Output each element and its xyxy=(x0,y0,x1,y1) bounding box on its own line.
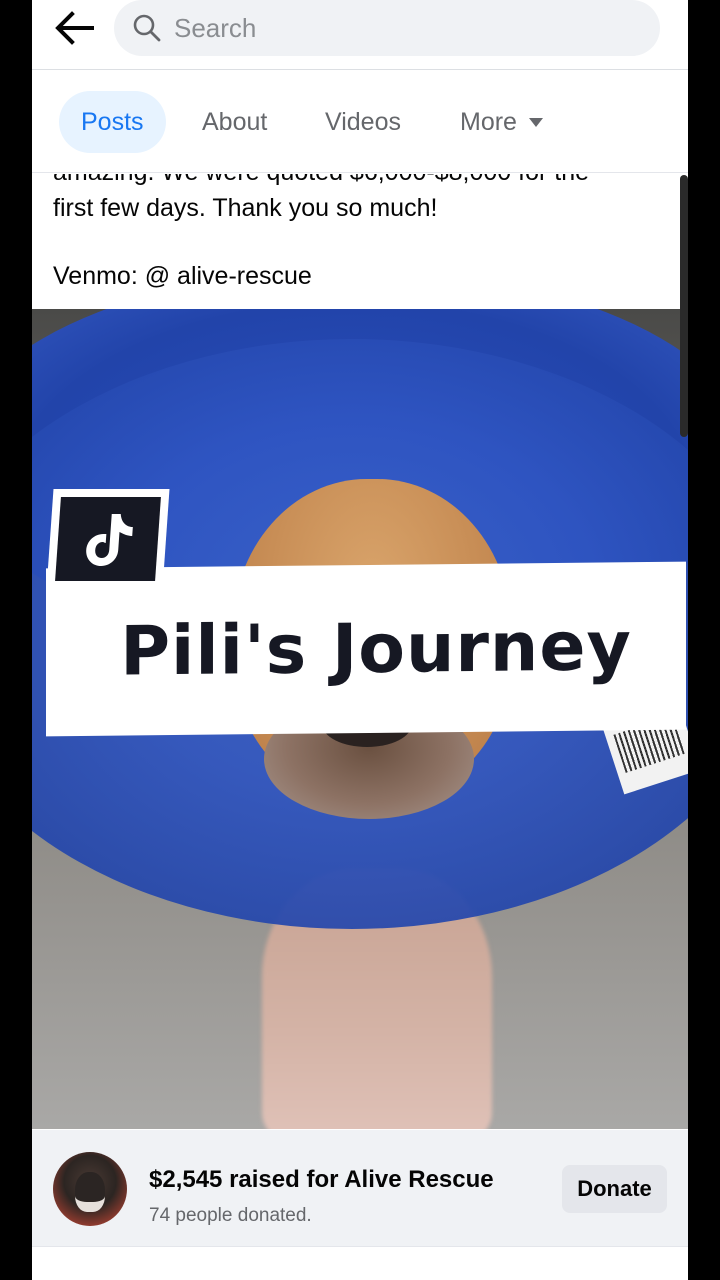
tab-about[interactable]: About xyxy=(202,91,267,153)
donate-button[interactable]: Donate xyxy=(562,1165,667,1213)
tab-posts[interactable]: Posts xyxy=(59,91,166,153)
search-input[interactable]: Search xyxy=(114,0,660,56)
dog-avatar-icon xyxy=(75,1172,105,1212)
caret-down-icon xyxy=(528,117,543,127)
top-bar: Search xyxy=(32,0,688,70)
tiktok-badge xyxy=(46,489,170,589)
tab-more-label: More xyxy=(460,108,517,136)
post-text: amazing. We were quoted $6,000-$8,000 fo… xyxy=(32,174,688,308)
post-text-line-partial: amazing. We were quoted $6,000-$8,000 fo… xyxy=(53,174,589,187)
venmo-text: Venmo: @ alive-rescue xyxy=(53,262,312,290)
tab-videos[interactable]: Videos xyxy=(325,91,401,153)
magnifier-icon xyxy=(133,14,161,42)
fundraiser-donors: 74 people donated. xyxy=(149,1205,312,1226)
tiktok-icon xyxy=(86,514,133,566)
page-tabs: Posts About Videos More xyxy=(32,71,688,173)
fundraiser-bar: $2,545 raised for Alive Rescue 74 people… xyxy=(32,1130,688,1246)
post-text-line: first few days. Thank you so much! xyxy=(53,194,438,222)
arrow-left-icon xyxy=(55,11,94,45)
back-button[interactable] xyxy=(50,6,98,50)
search-placeholder: Search xyxy=(174,12,257,43)
facebook-page-screen: Search Posts About Videos More amazing. … xyxy=(32,0,688,1280)
video-title: Pili's Journey xyxy=(120,606,632,692)
avatar xyxy=(53,1152,127,1226)
post-video[interactable]: Pili's Journey xyxy=(32,309,688,1129)
fundraiser-raised: $2,545 raised for Alive Rescue xyxy=(149,1166,494,1193)
tab-more[interactable]: More xyxy=(460,91,543,153)
bottom-strip xyxy=(32,1246,688,1280)
scrollbar-thumb[interactable] xyxy=(680,175,688,437)
